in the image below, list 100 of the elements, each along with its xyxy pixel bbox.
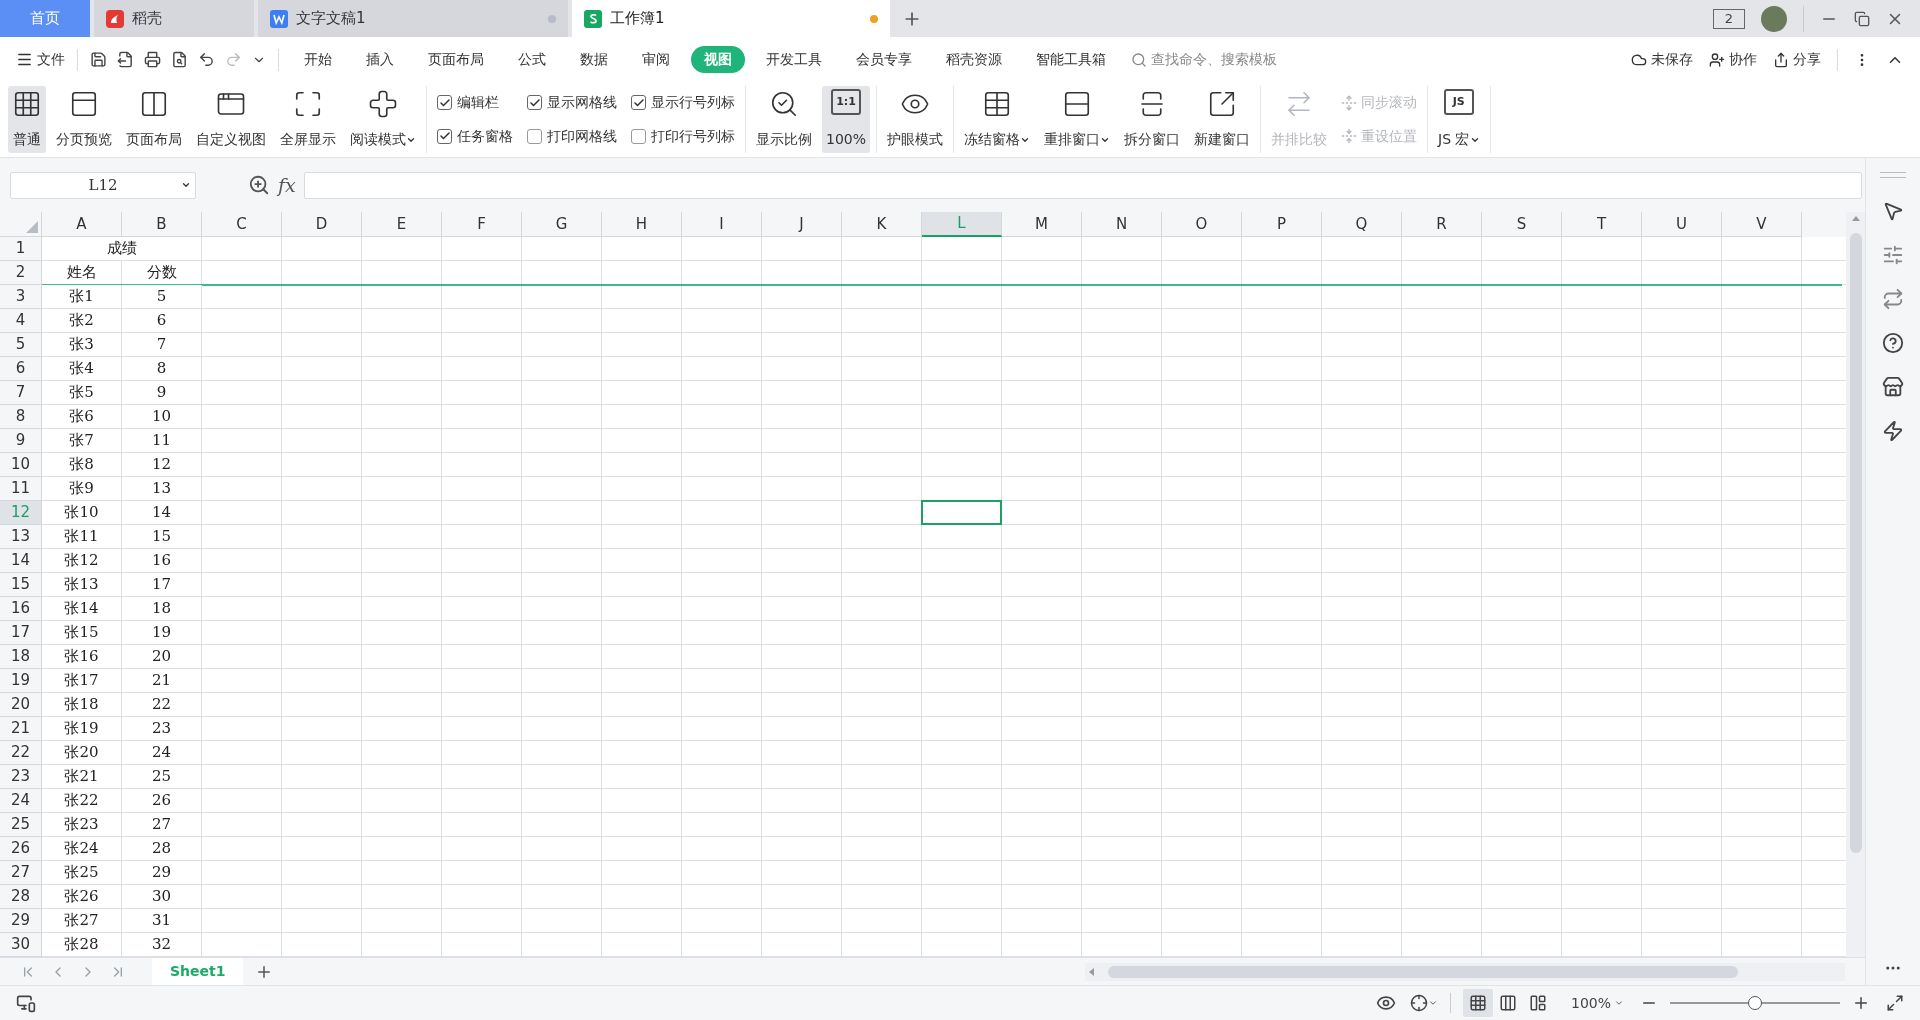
row-header[interactable]: 20 <box>0 693 42 717</box>
option-checkbox[interactable]: 任务窗格 <box>437 125 513 147</box>
column-header[interactable]: U <box>1642 212 1722 237</box>
zoom-in-icon[interactable] <box>1852 994 1870 1012</box>
row-header[interactable]: 29 <box>0 909 42 933</box>
row-header[interactable]: 13 <box>0 525 42 549</box>
column-header[interactable]: N <box>1082 212 1162 237</box>
file-menu-button[interactable]: 文件 <box>16 49 65 70</box>
row-header[interactable]: 21 <box>0 717 42 741</box>
column-header[interactable]: D <box>282 212 362 237</box>
row-header[interactable]: 30 <box>0 933 42 957</box>
ribbon-tab[interactable]: 会员专享 <box>843 46 925 73</box>
ribbon-button[interactable]: JS JS 宏 <box>1434 86 1484 153</box>
horizontal-scrollbar[interactable] <box>1085 962 1845 981</box>
command-search-field[interactable]: 查找命令、搜索模板 <box>1131 49 1331 70</box>
ribbon-tab[interactable]: 公式 <box>505 46 559 73</box>
zoom-level-button[interactable]: 100% <box>1570 992 1624 1014</box>
ribbon-tab[interactable]: 稻壳资源 <box>933 46 1015 73</box>
convert-icon[interactable] <box>1882 288 1904 310</box>
slider-thumb[interactable] <box>1748 996 1762 1010</box>
ribbon-button[interactable]: 页面布局 <box>122 86 186 153</box>
checkbox[interactable] <box>527 95 542 111</box>
row-header[interactable]: 10 <box>0 453 42 477</box>
row-header[interactable]: 6 <box>0 357 42 381</box>
ribbon-tab[interactable]: 开始 <box>291 46 345 73</box>
restore-icon[interactable] <box>1854 10 1870 27</box>
sliders-icon[interactable] <box>1882 244 1904 266</box>
formula-input[interactable] <box>303 171 1862 199</box>
column-header[interactable]: V <box>1722 212 1802 237</box>
view-mode-button[interactable] <box>1462 989 1493 1017</box>
ribbon-button[interactable]: 新建窗口 <box>1190 86 1255 153</box>
row-header[interactable]: 14 <box>0 549 42 573</box>
ribbon-button[interactable]: 分页预览 <box>52 86 116 153</box>
row-header[interactable]: 17 <box>0 621 42 645</box>
column-header[interactable]: G <box>522 212 602 237</box>
checkbox[interactable] <box>631 95 646 111</box>
function-label[interactable]: fx <box>278 170 296 200</box>
ribbon-button[interactable]: 全屏显示 <box>276 86 340 153</box>
column-header[interactable]: P <box>1242 212 1322 237</box>
option-checkbox[interactable]: 打印行号列标 <box>631 125 735 147</box>
row-header[interactable]: 28 <box>0 885 42 909</box>
row-header[interactable]: 11 <box>0 477 42 501</box>
avatar[interactable] <box>1761 5 1787 32</box>
fullscreen-icon[interactable] <box>1886 994 1904 1012</box>
row-header[interactable]: 2 <box>0 261 42 285</box>
row-header[interactable]: 8 <box>0 405 42 429</box>
ribbon-button[interactable]: 冻结窗格 <box>960 86 1035 153</box>
ribbon-button[interactable]: 拆分窗口 <box>1120 86 1185 153</box>
option-checkbox[interactable]: 显示行号列标 <box>631 92 735 114</box>
help-icon[interactable] <box>1882 332 1904 354</box>
row-header[interactable]: 7 <box>0 381 42 405</box>
cross-layout-icon[interactable] <box>1409 994 1428 1012</box>
row-header[interactable]: 4 <box>0 309 42 333</box>
eye-icon[interactable] <box>1375 993 1396 1013</box>
document-tab[interactable]: 工作簿1 <box>572 0 890 37</box>
ribbon-tab[interactable]: 智能工具箱 <box>1023 46 1119 73</box>
ribbon-button[interactable]: 护眼模式 <box>883 86 948 153</box>
column-header[interactable]: C <box>202 212 282 237</box>
checkbox[interactable] <box>437 128 452 144</box>
bolt-icon[interactable] <box>1882 420 1904 442</box>
column-header[interactable]: Q <box>1322 212 1402 237</box>
ribbon-button[interactable]: 普通 <box>8 86 46 153</box>
print-icon[interactable] <box>144 51 161 68</box>
row-header[interactable]: 19 <box>0 669 42 693</box>
column-header[interactable]: E <box>362 212 442 237</box>
option-checkbox[interactable]: 打印网格线 <box>527 125 617 147</box>
row-header[interactable]: 16 <box>0 597 42 621</box>
checkbox[interactable] <box>437 95 452 111</box>
ribbon-button[interactable]: 重排窗口 <box>1040 86 1115 153</box>
row-header[interactable]: 3 <box>0 285 42 309</box>
ribbon-tab[interactable]: 插入 <box>353 46 407 73</box>
header-action-button[interactable]: 协作 <box>1709 49 1757 70</box>
print-preview-icon[interactable] <box>171 51 188 68</box>
name-box[interactable]: L12 <box>10 171 196 199</box>
row-header[interactable]: 26 <box>0 837 42 861</box>
active-cell[interactable] <box>921 500 1002 525</box>
export-icon[interactable] <box>117 51 134 68</box>
column-header[interactable]: R <box>1402 212 1482 237</box>
column-header[interactable]: H <box>602 212 682 237</box>
column-header[interactable]: M <box>1002 212 1082 237</box>
ribbon-button[interactable]: 显示比例 <box>752 86 816 153</box>
row-header[interactable]: 18 <box>0 645 42 669</box>
header-action-button[interactable]: 未保存 <box>1631 49 1693 70</box>
option-checkbox[interactable]: 显示网格线 <box>527 92 617 114</box>
ribbon-tab[interactable]: 审阅 <box>629 46 683 73</box>
column-header[interactable]: O <box>1162 212 1242 237</box>
row-header[interactable]: 9 <box>0 429 42 453</box>
ribbon-tab[interactable]: 页面布局 <box>415 46 497 73</box>
row-header[interactable]: 25 <box>0 813 42 837</box>
zoom-icon[interactable] <box>248 174 270 196</box>
header-action-button[interactable]: 分享 <box>1773 49 1821 70</box>
row-header[interactable]: 5 <box>0 333 42 357</box>
document-tab[interactable]: 稻壳 <box>94 0 254 37</box>
row-header[interactable]: 1 <box>0 237 42 261</box>
zoom-slider[interactable] <box>1670 996 1840 1010</box>
column-header[interactable]: I <box>682 212 762 237</box>
save-icon[interactable] <box>90 51 107 68</box>
column-header[interactable]: T <box>1562 212 1642 237</box>
store-icon[interactable] <box>1882 376 1904 398</box>
ribbon-button[interactable]: 自定义视图 <box>192 86 270 153</box>
